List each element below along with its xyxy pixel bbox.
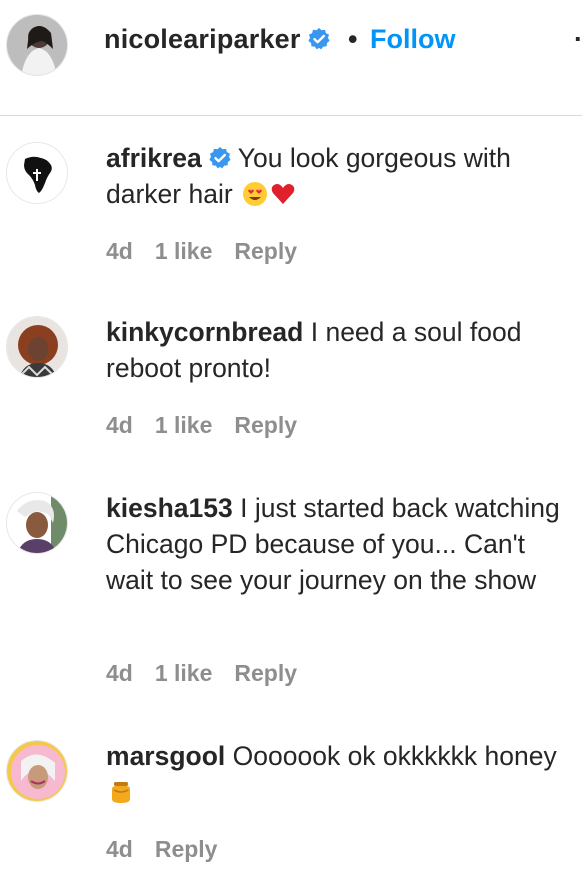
comment-text: marsgool Ooooook ok okkkkkk honey (106, 738, 566, 810)
comment-text: afrikrea You look gorgeous with darker ha… (106, 140, 566, 212)
commenter-avatar[interactable] (6, 142, 68, 204)
comment-meta: 4d 1 like Reply (106, 412, 319, 439)
comment-age: 4d (106, 660, 133, 686)
like-count[interactable]: 1 like (155, 238, 213, 264)
comment-meta: 4d 1 like Reply (106, 660, 319, 687)
follow-button[interactable]: Follow (370, 24, 455, 55)
honey-pot-emoji-icon (112, 782, 130, 803)
verified-badge-icon (308, 28, 330, 50)
author-avatar[interactable] (6, 14, 68, 76)
like-count[interactable]: 1 like (155, 660, 213, 686)
author-username[interactable]: nicoleariparker (104, 24, 331, 55)
comment-text: kiesha153 I just started back watching C… (106, 490, 566, 598)
comment-age: 4d (106, 238, 133, 264)
separator-dot: • (348, 24, 358, 54)
comment-text: kinkycornbread I need a soul food reboot… (106, 314, 566, 386)
reply-button[interactable]: Reply (234, 238, 297, 264)
like-count[interactable]: 1 like (155, 412, 213, 438)
comment-body: Ooooook ok okkkkkk honey (232, 741, 557, 771)
reply-button[interactable]: Reply (234, 412, 297, 438)
more-options-icon[interactable]: · (574, 24, 582, 55)
commenter-username[interactable]: afrikrea (106, 143, 202, 173)
commenter-avatar[interactable] (6, 316, 68, 378)
red-heart-emoji-icon (271, 184, 295, 204)
commenter-username[interactable]: marsgool (106, 741, 225, 771)
reply-button[interactable]: Reply (155, 836, 218, 862)
heart-eyes-emoji-icon (243, 182, 268, 206)
comment-meta: 4d Reply (106, 836, 239, 863)
commenter-avatar[interactable] (6, 492, 68, 554)
comment-meta: 4d 1 like Reply (106, 238, 319, 265)
commenter-username[interactable]: kiesha153 (106, 493, 233, 523)
commenter-avatar[interactable] (6, 740, 68, 802)
reply-button[interactable]: Reply (234, 660, 297, 686)
post-header: nicoleariparker • Follow · (0, 0, 582, 116)
verified-badge-icon (209, 147, 231, 169)
commenter-username[interactable]: kinkycornbread (106, 317, 303, 347)
comment-age: 4d (106, 412, 133, 438)
comment-age: 4d (106, 836, 133, 862)
